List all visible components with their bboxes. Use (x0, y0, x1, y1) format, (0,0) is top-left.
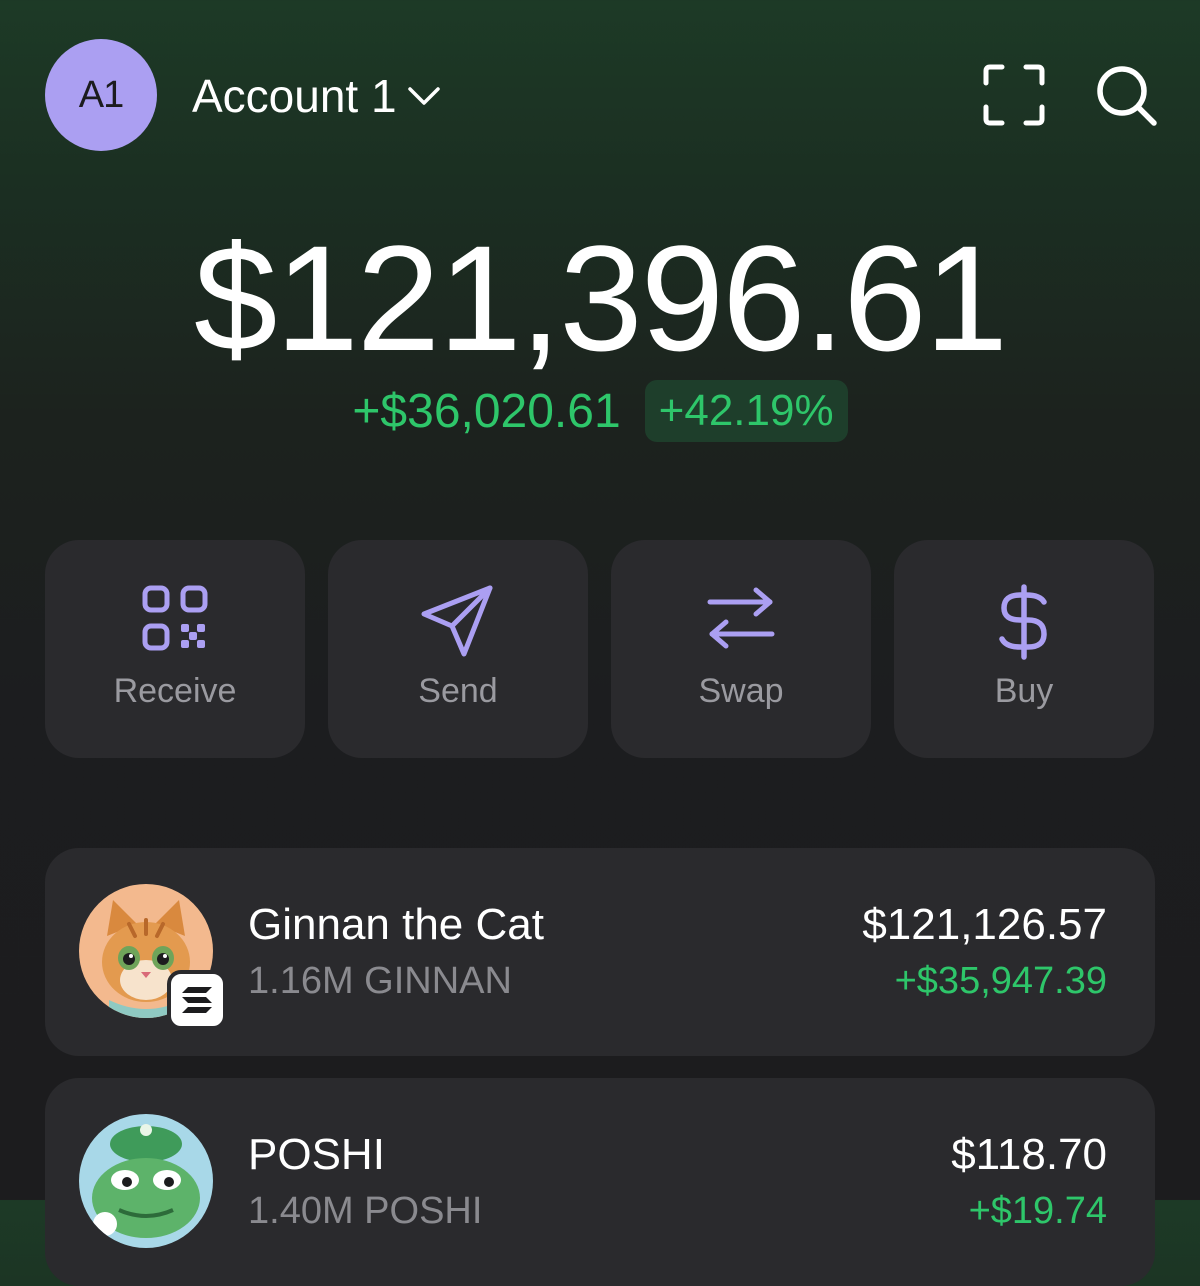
buy-button[interactable]: Buy (894, 540, 1154, 758)
token-name: POSHI (248, 1130, 385, 1179)
swap-icon (611, 584, 871, 660)
chevron-down-icon (407, 85, 441, 107)
send-icon (328, 584, 588, 660)
avatar-initials: A1 (78, 73, 124, 116)
avatar[interactable]: A1 (45, 39, 157, 151)
buy-label: Buy (994, 672, 1054, 710)
token-value: $118.70 (951, 1130, 1107, 1179)
search-icon[interactable] (1096, 65, 1158, 127)
change-percent-badge: +42.19% (644, 380, 848, 442)
token-quantity: 1.16M GINNAN (248, 960, 512, 1002)
token-row[interactable]: Ginnan the Cat 1.16M GINNAN $121,126.57 … (45, 848, 1155, 1056)
account-selector[interactable]: Account 1 (192, 66, 441, 126)
action-bar: Receive Send Swap Buy (45, 540, 1155, 758)
dollar-icon (894, 584, 1154, 660)
token-quantity: 1.40M POSHI (248, 1190, 483, 1232)
receive-button[interactable]: Receive (45, 540, 305, 758)
swap-button[interactable]: Swap (611, 540, 871, 758)
header: A1 Account 1 (0, 0, 1200, 190)
total-balance: $121,396.61 (193, 214, 1008, 382)
token-row[interactable]: POSHI 1.40M POSHI $118.70 +$19.74 (45, 1078, 1155, 1286)
solana-icon (167, 970, 227, 1030)
change-amount: +$36,020.61 (352, 384, 621, 438)
account-name: Account 1 (192, 70, 397, 122)
token-change: +$35,947.39 (894, 960, 1107, 1002)
send-label: Send (418, 672, 498, 710)
qr-code-icon (45, 584, 305, 660)
poshi-frog-logo (79, 1114, 213, 1248)
receive-label: Receive (113, 672, 237, 710)
token-value: $121,126.57 (862, 900, 1107, 949)
scan-icon[interactable] (982, 63, 1046, 127)
send-button[interactable]: Send (328, 540, 588, 758)
token-name: Ginnan the Cat (248, 900, 544, 949)
balance-change: +$36,020.61 +42.19% (0, 380, 1200, 442)
swap-label: Swap (698, 672, 784, 710)
token-change: +$19.74 (968, 1190, 1107, 1232)
